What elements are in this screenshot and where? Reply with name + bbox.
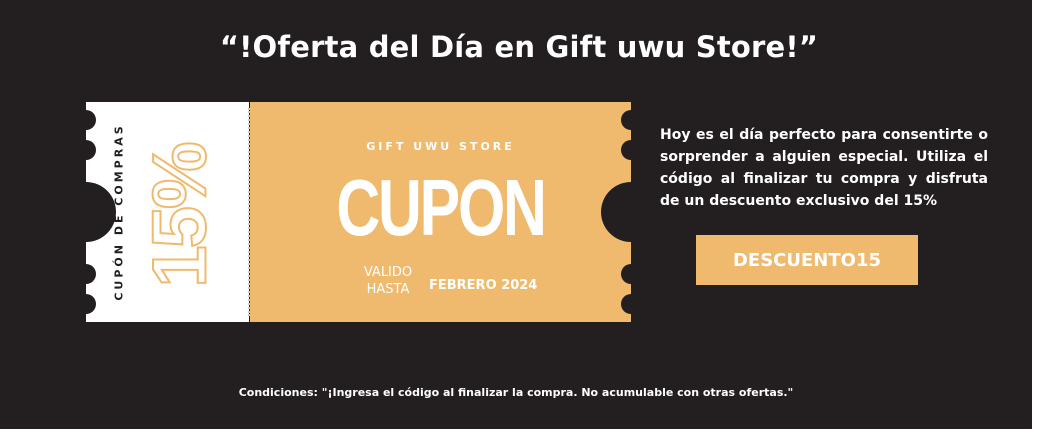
store-name: GIFT UWU STORE xyxy=(366,140,515,153)
valid-label-line-2: HASTA xyxy=(366,282,410,297)
valid-date: FEBRERO 2024 xyxy=(429,278,538,293)
offer-conditions: Condiciones: "¡Ingresa el código al fina… xyxy=(238,386,794,399)
valid-label-line-1: VALIDO xyxy=(363,265,413,280)
ticket-notch xyxy=(76,110,96,130)
ticket-notch xyxy=(621,294,641,314)
discount-code-button[interactable]: DESCUENTO15 xyxy=(696,235,918,285)
ticket-notch xyxy=(76,294,96,314)
ticket-notch xyxy=(76,264,96,284)
coupon-main: GIFT UWU STORE CUPON VALIDO HASTA FEBRER… xyxy=(250,102,631,322)
banner-title: “!Oferta del Día en Gift uwu Store!” xyxy=(219,30,819,64)
ticket-notch xyxy=(621,264,641,284)
ticket-notch xyxy=(76,140,96,160)
discount-percentage: 15% xyxy=(137,143,224,288)
ticket-notch xyxy=(601,182,661,242)
coupon-heading: CUPON xyxy=(336,163,546,252)
promo-banner: “!Oferta del Día en Gift uwu Store!” CUP… xyxy=(0,0,1032,429)
offer-description: Hoy es el día perfecto para consentirte … xyxy=(660,127,988,209)
ticket-notch xyxy=(621,110,641,130)
valid-until-label: VALIDO HASTA xyxy=(348,264,428,298)
ticket-notch xyxy=(56,182,116,242)
ticket-notch xyxy=(621,140,641,160)
coupon-ticket: CUPÓN DE COMPRAS 15% GIFT UWU STORE CUPO… xyxy=(56,102,661,322)
